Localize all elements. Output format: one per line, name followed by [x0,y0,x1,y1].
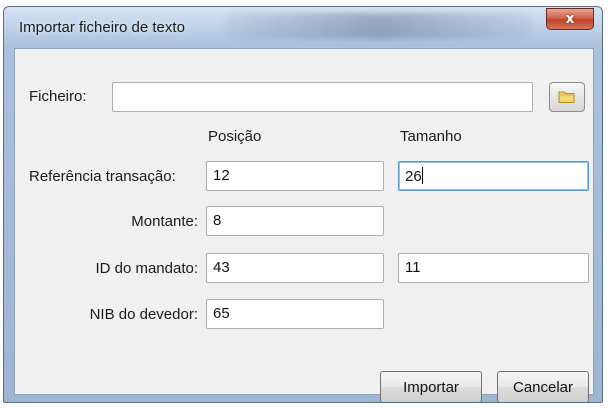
import-button[interactable]: Importar [380,371,482,402]
mandate-id-label: ID do mandato: [95,260,198,277]
transaction-reference-label: Referência transação: [29,168,176,185]
mandate-id-size-input[interactable]: 11 [398,253,589,283]
file-path-input[interactable] [112,82,533,112]
close-button[interactable]: x [546,8,594,30]
close-icon: x [565,11,575,27]
file-label: Ficheiro: [29,88,87,105]
cancel-button[interactable]: Cancelar [497,371,589,402]
title-bar[interactable]: Importar ficheiro de texto x [4,7,602,47]
transaction-reference-size-input[interactable]: 26 [398,161,589,191]
size-column-header: Tamanho [400,128,462,145]
amount-label: Montante: [131,213,198,230]
text-caret [421,167,423,184]
mandate-id-position-input[interactable]: 43 [206,253,384,283]
import-dialog-window: Importar ficheiro de texto x Ficheiro: P… [3,6,603,403]
window-title: Importar ficheiro de texto [19,19,185,36]
browse-file-button[interactable] [549,82,585,112]
dialog-body: Ficheiro: Posição Tamanho Referência tra… [14,48,594,402]
position-column-header: Posição [208,128,262,145]
debtor-nib-label: NIB do devedor: [89,306,198,323]
transaction-reference-size-value: 26 [405,168,422,185]
folder-icon [558,91,575,103]
amount-position-input[interactable]: 8 [206,206,384,236]
debtor-nib-position-input[interactable]: 65 [206,299,384,329]
title-bar-background-blur [224,13,534,39]
transaction-reference-position-input[interactable]: 12 [206,161,384,191]
